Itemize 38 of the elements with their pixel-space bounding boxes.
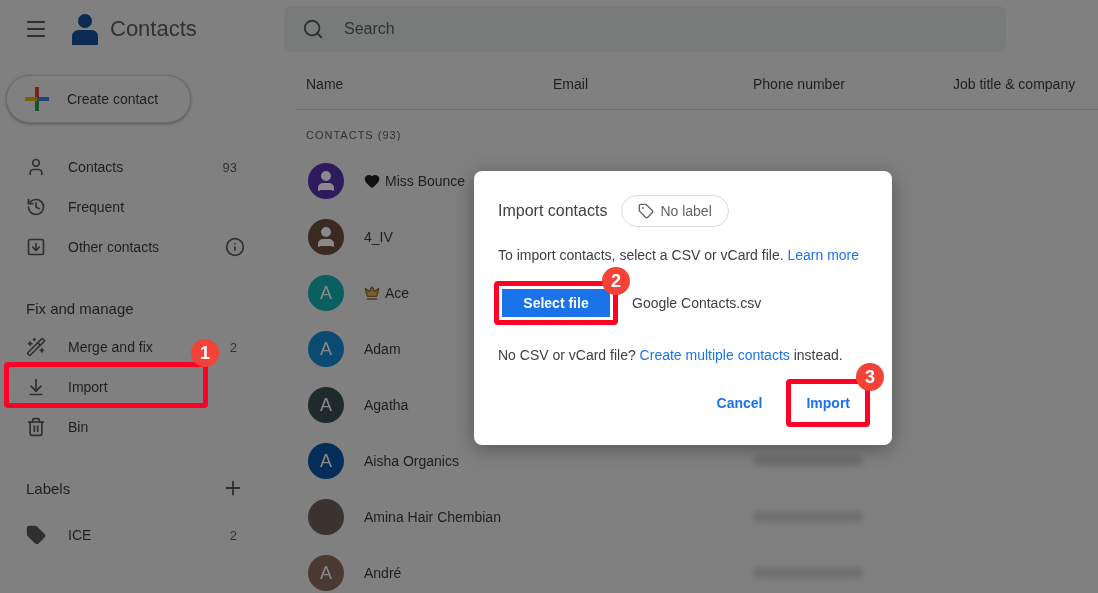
contact-name: 4_IV [364, 229, 393, 245]
avatar-initial: A [320, 562, 332, 584]
avatar-initial: A [320, 338, 332, 360]
column-header: Phone number [753, 75, 846, 92]
avatar-initial: A [320, 450, 332, 472]
dialog-title: Import contacts [498, 202, 608, 220]
sidebar-label: Import [68, 379, 108, 395]
note-text: No CSV or vCard file? Create multiple contacts instead. [498, 347, 844, 363]
avatar-initial: A [320, 282, 332, 304]
item-count: 2 [229, 527, 237, 543]
item-count: 93 [222, 159, 237, 175]
step-badge: 1 [191, 339, 219, 367]
contact-name: Agatha [364, 397, 409, 413]
contact-name: Aisha Organics [364, 453, 459, 469]
file-name: Google Contacts.csv [632, 295, 762, 311]
sidebar-label: Frequent [68, 199, 125, 215]
sidebar-label: Bin [68, 419, 89, 435]
sidebar-label: Contacts [68, 159, 124, 175]
section-heading: Labels [26, 479, 71, 497]
instruction-text: To import contacts, select a CSV or vCard file. Learn more [498, 247, 861, 263]
step-badge: 3 [856, 363, 884, 391]
column-header: Job title & company [953, 75, 1077, 92]
column-header: Email [553, 75, 589, 92]
app-title: Contacts [110, 16, 197, 42]
contact-name: Ace [385, 285, 410, 301]
section-heading: Fix and manage [25, 298, 135, 319]
item-count: 2 [229, 339, 237, 355]
sidebar-label: Other contacts [68, 239, 160, 255]
sidebar-label: Merge and fix [68, 339, 153, 355]
contact-name: André [364, 565, 402, 581]
section-label: CONTACTS (93) [305, 128, 403, 143]
sidebar-label: ICE [68, 527, 92, 543]
contact-name: Adam [364, 341, 401, 357]
column-header: Name [306, 75, 345, 92]
contact-name: Amina Hair Chembian [364, 509, 501, 525]
avatar-initial: A [320, 394, 332, 416]
step-badge: 2 [602, 267, 630, 295]
contact-name: Miss Bounce [385, 173, 466, 189]
